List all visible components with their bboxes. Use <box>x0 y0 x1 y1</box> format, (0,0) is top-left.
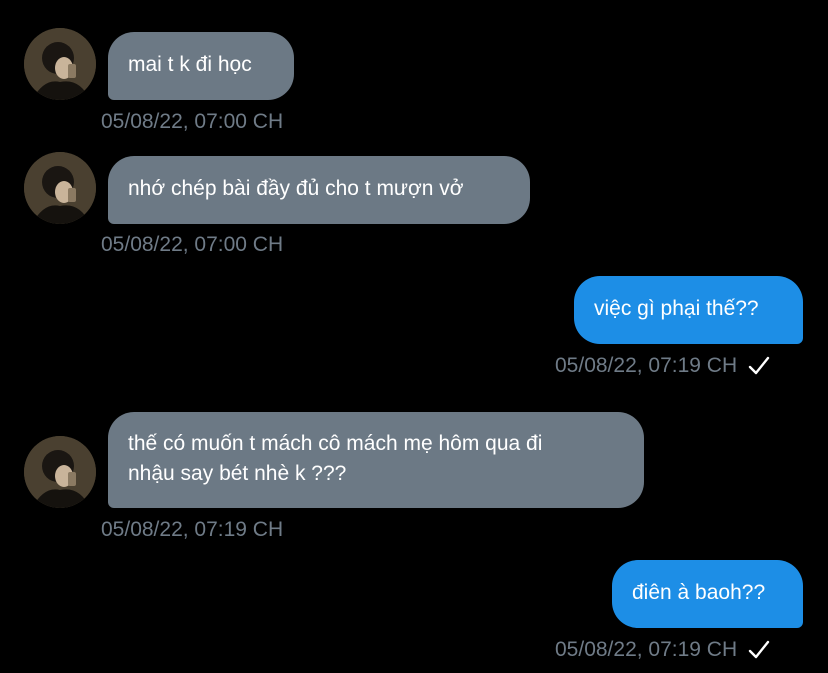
message-timestamp: 05/08/22, 07:19 CH <box>555 354 738 377</box>
message-bubble-incoming[interactable]: thế có muốn t mách cô mách mẹ hôm qua đi… <box>108 412 644 508</box>
check-icon <box>748 356 770 375</box>
message-timestamp: 05/08/22, 07:00 CH <box>101 233 284 256</box>
message-text-line: thế có muốn t mách cô mách mẹ hôm qua đi <box>128 432 543 455</box>
message-text: việc gì phại thế?? <box>594 297 759 320</box>
message-timestamp: 05/08/22, 07:00 CH <box>101 110 284 133</box>
message-timestamp: 05/08/22, 07:19 CH <box>101 518 284 541</box>
message-bubble-outgoing[interactable]: điên à baoh?? <box>612 560 803 628</box>
message-bubble-outgoing[interactable]: việc gì phại thế?? <box>574 276 803 344</box>
message-text-line: nhậu say bét nhè k ??? <box>128 462 347 485</box>
avatar[interactable] <box>24 152 96 224</box>
message-timestamp: 05/08/22, 07:19 CH <box>555 638 738 661</box>
check-icon <box>748 640 770 659</box>
message-timestamp-row: 05/08/22, 07:19 CH <box>555 353 771 379</box>
message-timestamp-row: 05/08/22, 07:19 CH <box>555 637 771 663</box>
message-bubble-incoming[interactable]: mai t k đi học <box>108 32 294 100</box>
message-text: mai t k đi học <box>128 53 252 76</box>
message-text: nhớ chép bài đầy đủ cho t mượn vở <box>128 177 464 200</box>
avatar[interactable] <box>24 28 96 100</box>
avatar[interactable] <box>24 436 96 508</box>
message-bubble-incoming[interactable]: nhớ chép bài đầy đủ cho t mượn vở <box>108 156 530 224</box>
message-text: điên à baoh?? <box>632 581 766 604</box>
